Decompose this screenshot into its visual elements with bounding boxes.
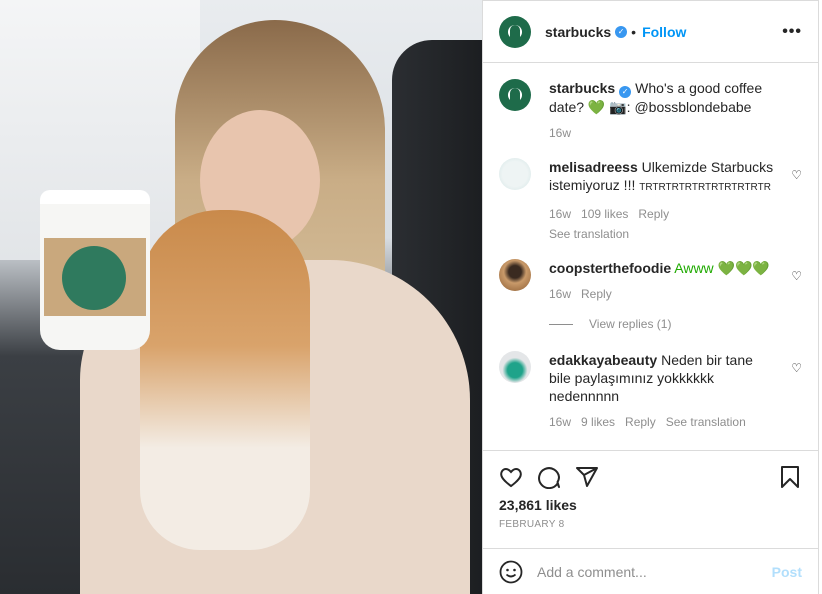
username-link[interactable]: starbucks: [549, 80, 615, 96]
comment-item: melisadreess Ulkemizde Starbucks istemiy…: [499, 158, 802, 243]
see-translation-button[interactable]: See translation: [549, 227, 629, 241]
comment-likes[interactable]: 9 likes: [581, 415, 615, 429]
username-link[interactable]: starbucks: [545, 24, 611, 40]
comment-item: coopsterthefoodie Awww 💚💚💚 16w Reply ♡: [499, 259, 802, 303]
comments-list[interactable]: starbucks ✓ Who's a good coffee date? 💚 📷:…: [483, 63, 818, 450]
action-bar: 23,861 likes FEBRUARY 8: [483, 450, 818, 548]
like-comment-icon[interactable]: ♡: [791, 269, 802, 283]
like-comment-icon[interactable]: ♡: [791, 361, 802, 375]
view-replies-label[interactable]: View replies (1): [589, 317, 671, 331]
username-link[interactable]: edakkayabeauty: [549, 352, 657, 368]
reply-button[interactable]: Reply: [638, 207, 669, 221]
see-translation-button[interactable]: See translation: [666, 415, 746, 429]
share-icon[interactable]: [575, 465, 599, 489]
comment-time[interactable]: 16w: [549, 207, 571, 221]
username-link[interactable]: melisadreess: [549, 159, 638, 175]
view-replies-button[interactable]: View replies (1): [549, 317, 802, 331]
avatar[interactable]: [499, 259, 531, 291]
more-options-icon[interactable]: •••: [782, 23, 802, 41]
add-comment-bar: Post: [483, 548, 818, 594]
save-icon[interactable]: [778, 465, 802, 489]
avatar[interactable]: [499, 158, 531, 190]
comment-icon[interactable]: [537, 465, 561, 489]
post-date[interactable]: FEBRUARY 8: [499, 519, 802, 530]
comment-time[interactable]: 16w: [549, 287, 571, 301]
post-button[interactable]: Post: [772, 564, 802, 580]
comment-text-small: TRTRTRTRTRTRTRTRTRTR: [639, 182, 771, 193]
post-header: starbucks ✓ • Follow •••: [483, 1, 818, 63]
comment-input[interactable]: [537, 563, 772, 580]
follow-button[interactable]: Follow: [642, 24, 686, 40]
comment-text: Awww 💚💚💚: [674, 260, 770, 276]
photo-cup-logo: [62, 246, 126, 310]
like-comment-icon[interactable]: ♡: [791, 168, 802, 182]
likes-count[interactable]: 23,861 likes: [499, 497, 802, 513]
emoji-icon[interactable]: [499, 560, 523, 584]
photo-dog: [140, 210, 310, 550]
separator-dot: •: [631, 23, 637, 40]
caption-time[interactable]: 16w: [549, 126, 571, 140]
reply-button[interactable]: Reply: [581, 287, 612, 301]
avatar[interactable]: [499, 79, 531, 111]
caption: starbucks ✓ Who's a good coffee date? 💚 📷:…: [499, 79, 802, 142]
verified-icon: ✓: [615, 25, 628, 38]
comment-time[interactable]: 16w: [549, 415, 571, 429]
comment-item: edakkayabeauty Neden bir tane bile payla…: [499, 351, 802, 431]
post-photo[interactable]: [0, 0, 482, 594]
like-icon[interactable]: [499, 465, 523, 489]
post-panel: starbucks ✓ • Follow ••• starbucks ✓ Who's…: [482, 0, 819, 594]
reply-button[interactable]: Reply: [625, 415, 656, 429]
avatar[interactable]: [499, 351, 531, 383]
username-link[interactable]: coopsterthefoodie: [549, 260, 671, 276]
verified-icon: ✓: [619, 86, 632, 98]
comment-likes[interactable]: 109 likes: [581, 207, 628, 221]
avatar[interactable]: [499, 15, 531, 48]
